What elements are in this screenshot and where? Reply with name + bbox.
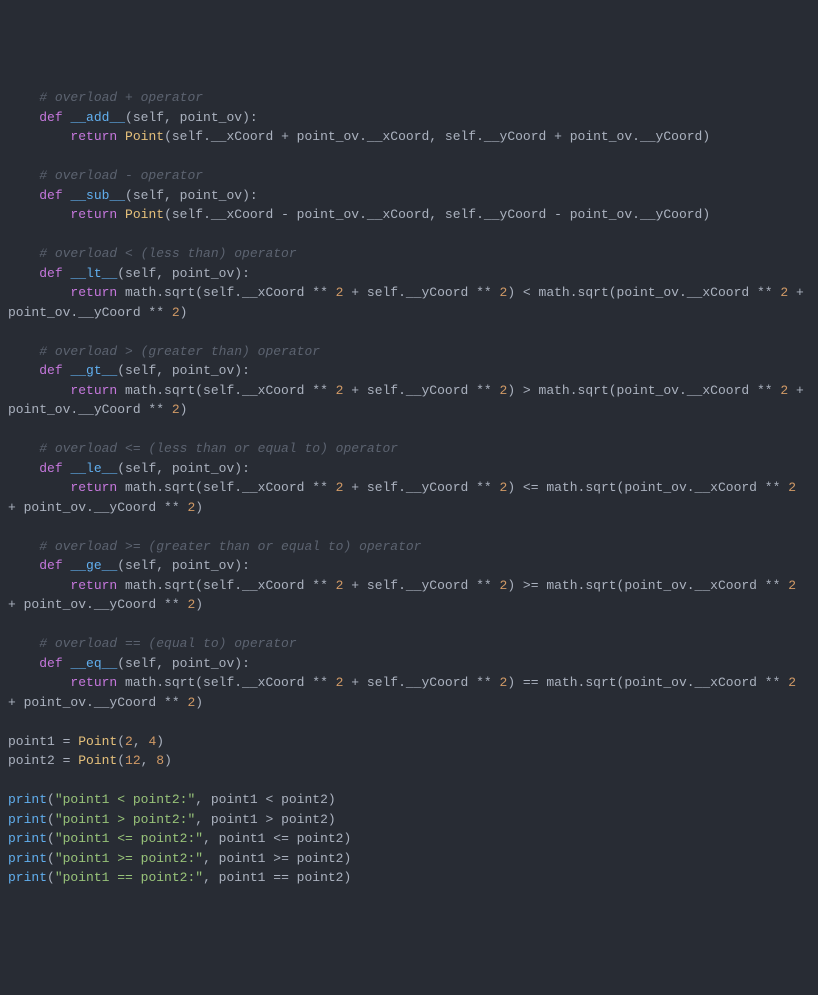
add-body: Point(self.__xCoord + point_ov.__xCoord,… — [117, 129, 710, 144]
comment-sub: # overload - operator — [39, 168, 203, 183]
string-literal: "point1 == point2:" — [55, 870, 203, 885]
params-eq: (self, point_ov): — [117, 656, 250, 671]
gt-body: math.sqrt(self.__xCoord ** 2 + self.__yC… — [8, 383, 812, 418]
return-keyword: return — [70, 207, 117, 222]
return-keyword: return — [70, 129, 117, 144]
indent — [8, 675, 70, 690]
def-keyword: def — [39, 363, 62, 378]
comment-lt: # overload < (less than) operator — [39, 246, 296, 261]
ge-body: math.sqrt(self.__xCoord ** 2 + self.__yC… — [8, 578, 804, 613]
def-keyword: def — [39, 558, 62, 573]
point1-assign: point1 = Point( — [8, 734, 125, 749]
return-keyword: return — [70, 578, 117, 593]
print-call: print — [8, 831, 47, 846]
print-rest: , point1 <= point2) — [203, 831, 351, 846]
def-keyword: def — [39, 110, 62, 125]
indent — [8, 110, 39, 125]
open-paren: ( — [47, 870, 55, 885]
def-keyword: def — [39, 461, 62, 476]
method-name-sub: __sub__ — [70, 188, 125, 203]
print-call: print — [8, 812, 47, 827]
indent — [8, 558, 39, 573]
method-name-lt: __lt__ — [70, 266, 117, 281]
params-le: (self, point_ov): — [117, 461, 250, 476]
comment-gt: # overload > (greater than) operator — [39, 344, 320, 359]
indent — [8, 656, 39, 671]
indent — [8, 246, 39, 261]
indent — [8, 344, 39, 359]
def-keyword: def — [39, 188, 62, 203]
method-name-ge: __ge__ — [70, 558, 117, 573]
close-paren: ) — [164, 753, 172, 768]
return-keyword: return — [70, 383, 117, 398]
indent — [8, 266, 39, 281]
method-name-le: __le__ — [70, 461, 117, 476]
indent — [8, 383, 70, 398]
open-paren: ( — [47, 792, 55, 807]
indent — [8, 188, 39, 203]
params-lt: (self, point_ov): — [117, 266, 250, 281]
number-literal: 8 — [156, 753, 164, 768]
number-literal: 2 — [125, 734, 133, 749]
comment-ge: # overload >= (greater than or equal to)… — [39, 539, 421, 554]
def-keyword: def — [39, 266, 62, 281]
point2-assign: point2 = Point( — [8, 753, 125, 768]
indent — [8, 129, 70, 144]
open-paren: ( — [47, 851, 55, 866]
indent — [8, 480, 70, 495]
indent — [8, 636, 39, 651]
close-paren: ) — [156, 734, 164, 749]
string-literal: "point1 > point2:" — [55, 812, 195, 827]
print-call: print — [8, 851, 47, 866]
method-name-eq: __eq__ — [70, 656, 117, 671]
print-rest: , point1 == point2) — [203, 870, 351, 885]
string-literal: "point1 <= point2:" — [55, 831, 203, 846]
print-call: print — [8, 870, 47, 885]
lt-body: math.sqrt(self.__xCoord ** 2 + self.__yC… — [8, 285, 812, 320]
eq-body: math.sqrt(self.__xCoord ** 2 + self.__yC… — [8, 675, 804, 710]
number-literal: 12 — [125, 753, 141, 768]
string-literal: "point1 < point2:" — [55, 792, 195, 807]
params-ge: (self, point_ov): — [117, 558, 250, 573]
def-keyword: def — [39, 656, 62, 671]
indent — [8, 90, 39, 105]
comment-le: # overload <= (less than or equal to) op… — [39, 441, 398, 456]
comment-eq: # overload == (equal to) operator — [39, 636, 296, 651]
indent — [8, 461, 39, 476]
comma: , — [141, 753, 157, 768]
return-keyword: return — [70, 285, 117, 300]
indent — [8, 207, 70, 222]
print-rest: , point1 >= point2) — [203, 851, 351, 866]
print-rest: , point1 < point2) — [195, 792, 335, 807]
open-paren: ( — [47, 831, 55, 846]
method-name-gt: __gt__ — [70, 363, 117, 378]
indent — [8, 441, 39, 456]
le-body: math.sqrt(self.__xCoord ** 2 + self.__yC… — [8, 480, 804, 515]
open-paren: ( — [47, 812, 55, 827]
return-keyword: return — [70, 480, 117, 495]
indent — [8, 578, 70, 593]
print-rest: , point1 > point2) — [195, 812, 335, 827]
comment-add: # overload + operator — [39, 90, 203, 105]
indent — [8, 363, 39, 378]
print-call: print — [8, 792, 47, 807]
comma: , — [133, 734, 149, 749]
method-name-add: __add__ — [70, 110, 125, 125]
indent — [8, 168, 39, 183]
indent — [8, 539, 39, 554]
params-add: (self, point_ov): — [125, 110, 258, 125]
params-sub: (self, point_ov): — [125, 188, 258, 203]
code-editor: # overload + operator def __add__(self, … — [8, 88, 810, 888]
params-gt: (self, point_ov): — [117, 363, 250, 378]
string-literal: "point1 >= point2:" — [55, 851, 203, 866]
sub-body: Point(self.__xCoord - point_ov.__xCoord,… — [117, 207, 710, 222]
return-keyword: return — [70, 675, 117, 690]
indent — [8, 285, 70, 300]
